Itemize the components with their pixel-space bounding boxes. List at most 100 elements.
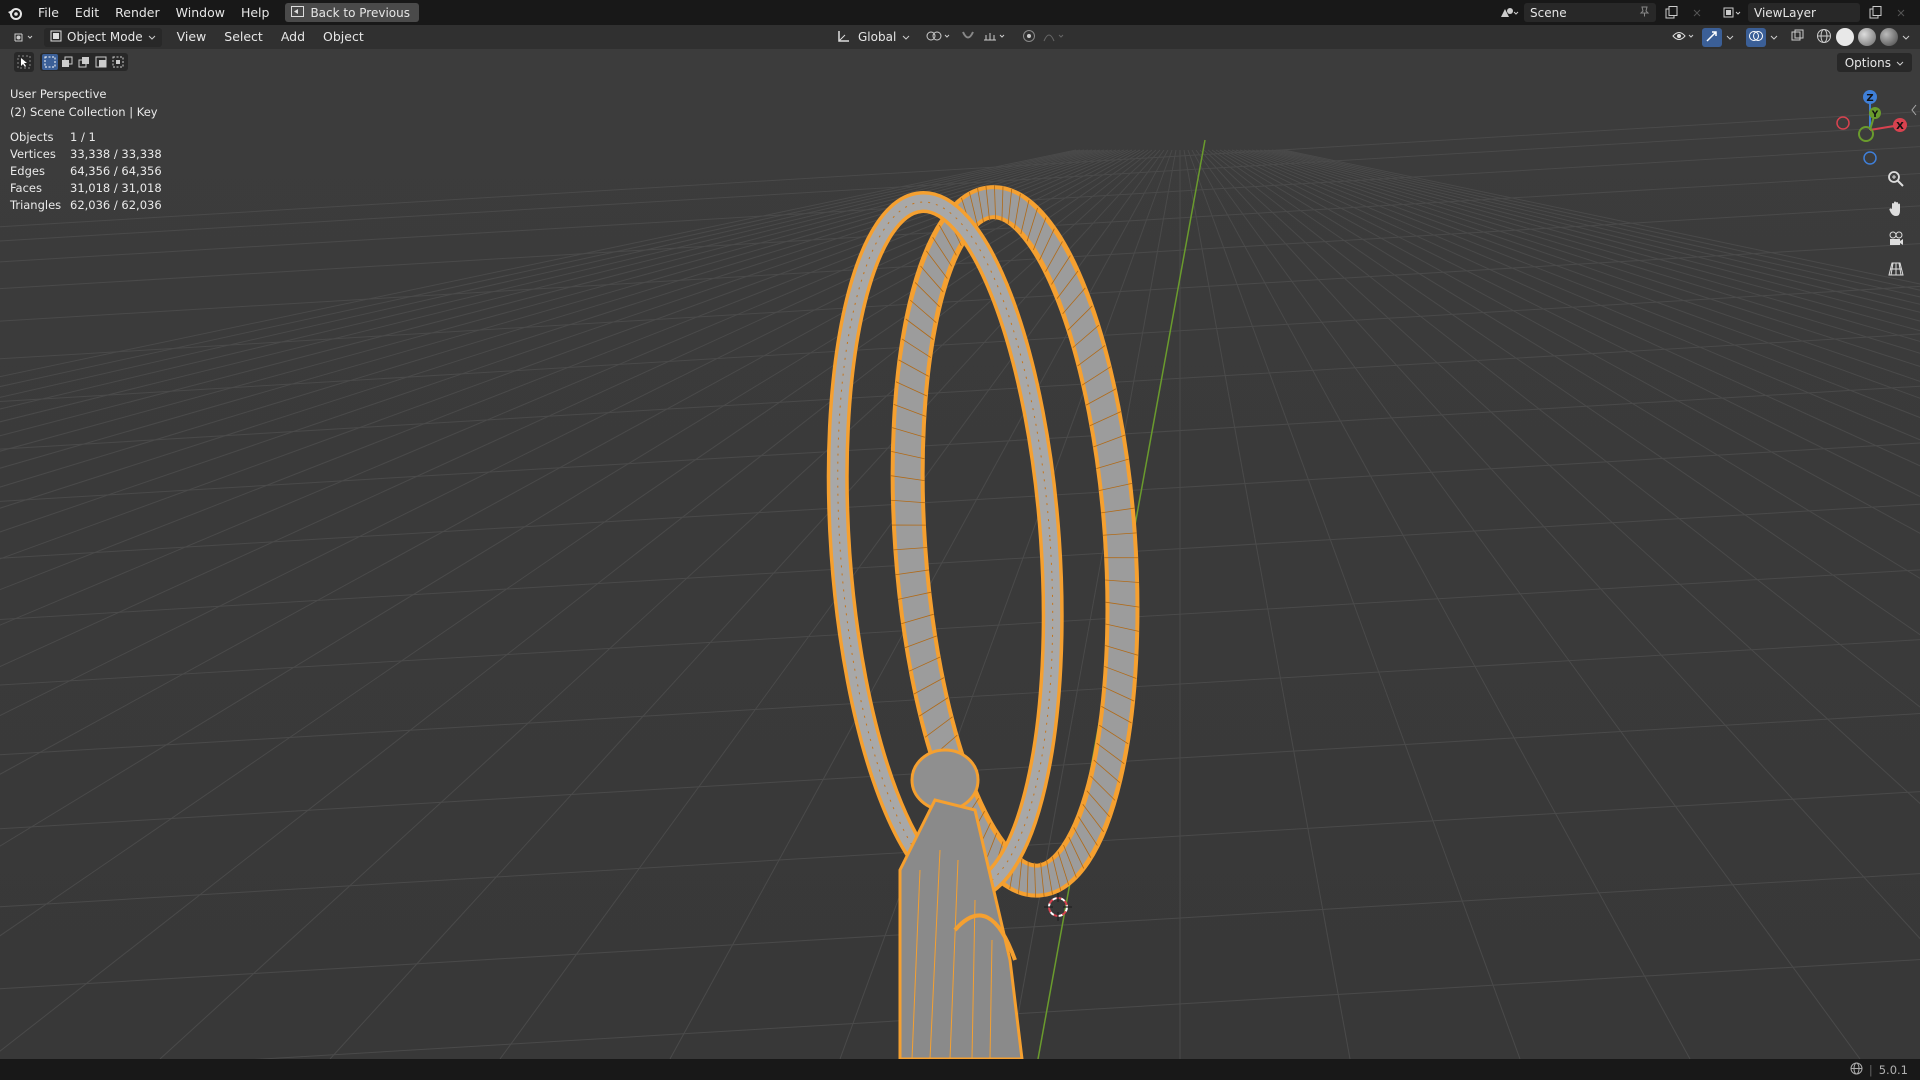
editor-type-icon[interactable]: [10, 28, 40, 47]
options-label: Options: [1844, 55, 1891, 70]
delete-scene-icon[interactable]: [1686, 3, 1708, 22]
collection-label: (2) Scene Collection | Key: [10, 105, 158, 119]
scene-selector-icon[interactable]: [1498, 3, 1520, 22]
stat-value: 31,018 / 31,018: [70, 181, 162, 195]
version-label: 5.0.1: [1878, 1062, 1908, 1077]
perspective-toggle-icon[interactable]: [1884, 257, 1908, 281]
pivot-point-icon[interactable]: [926, 29, 954, 46]
stat-row: Edges 64,356 / 64,356: [10, 163, 162, 180]
screen-back-icon: [291, 5, 305, 20]
chevron-down-icon: [1896, 56, 1904, 70]
stat-label: Faces: [10, 181, 42, 195]
scene-field[interactable]: Scene: [1524, 3, 1656, 22]
view-perspective-label: User Perspective: [10, 87, 107, 101]
selection-mode-group: [40, 53, 128, 71]
menu-add[interactable]: Add: [272, 25, 314, 49]
camera-view-icon[interactable]: [1884, 227, 1908, 251]
stat-row: Vertices 33,338 / 33,338: [10, 146, 162, 163]
stat-value: 33,338 / 33,338: [70, 147, 162, 161]
gizmo-z-label: Z: [1866, 93, 1873, 104]
stat-label: Vertices: [10, 147, 56, 161]
pin-icon[interactable]: [1639, 6, 1650, 20]
object-mode-dropdown[interactable]: Object Mode: [44, 27, 162, 47]
stat-value: 1 / 1: [70, 130, 96, 144]
stat-row: Objects 1 / 1: [10, 129, 162, 146]
gizmo-neg-x: [1836, 116, 1850, 130]
3d-viewport[interactable]: User Perspective (2) Scene Collection | …: [0, 49, 1920, 1059]
chevron-down-icon[interactable]: [1770, 30, 1778, 44]
menu-help[interactable]: Help: [233, 0, 278, 25]
snap-icon[interactable]: [960, 29, 976, 46]
gizmo-toggle-icon[interactable]: [1702, 27, 1722, 47]
scene-name: Scene: [1530, 5, 1567, 20]
stat-label: Edges: [10, 164, 45, 178]
view-layer-name: ViewLayer: [1754, 5, 1816, 20]
chevron-down-icon[interactable]: [1726, 30, 1734, 44]
status-bar: | 5.0.1: [0, 1059, 1920, 1080]
menu-edit[interactable]: Edit: [67, 0, 107, 25]
menu-file[interactable]: File: [30, 0, 67, 25]
stat-label: Objects: [10, 130, 54, 144]
proportional-editing-icon[interactable]: [1022, 29, 1036, 46]
proportional-falloff-icon[interactable]: [1042, 29, 1068, 46]
select-invert-icon[interactable]: [93, 54, 109, 70]
status-divider: |: [1868, 1062, 1873, 1077]
overlays-toggle-icon[interactable]: [1746, 27, 1766, 47]
view-info-overlay: User Perspective (2) Scene Collection | …: [10, 85, 158, 121]
view-layer-selector-icon[interactable]: [1722, 3, 1744, 22]
snap-target-icon[interactable]: [982, 29, 1008, 46]
globe-icon: [1850, 1062, 1863, 1078]
material-preview-icon[interactable]: [1858, 28, 1876, 46]
viewport-canvas: [0, 49, 1920, 1059]
sidebar-toggle-icon[interactable]: [1910, 104, 1918, 119]
new-view-layer-icon[interactable]: [1864, 3, 1886, 22]
menu-render[interactable]: Render: [107, 0, 168, 25]
new-scene-icon[interactable]: [1660, 3, 1682, 22]
menu-select[interactable]: Select: [215, 25, 272, 49]
stat-row: Faces 31,018 / 31,018: [10, 180, 162, 197]
gizmo-y-label: Y: [1871, 110, 1879, 120]
select-new-icon[interactable]: [42, 54, 58, 70]
rendered-shading-icon[interactable]: [1880, 28, 1898, 46]
tool-settings-row: [8, 52, 128, 72]
navigation-gizmo[interactable]: Z Y X: [1830, 85, 1910, 165]
solid-shading-icon[interactable]: [1836, 28, 1854, 46]
chevron-down-icon[interactable]: [1902, 30, 1910, 44]
stat-value: 62,036 / 62,036: [70, 198, 162, 212]
stat-label: Triangles: [10, 198, 62, 212]
viewport-display-tools: [1672, 25, 1910, 49]
object-mode-label: Object Mode: [67, 30, 143, 44]
stat-row: Triangles 62,036 / 62,036: [10, 197, 162, 214]
xray-toggle-icon[interactable]: [1790, 29, 1806, 46]
select-intersect-icon[interactable]: [110, 54, 126, 70]
menu-object[interactable]: Object: [314, 25, 373, 49]
stat-value: 64,356 / 64,356: [70, 164, 162, 178]
select-subtract-icon[interactable]: [76, 54, 92, 70]
gizmo-neg-y: [1858, 126, 1874, 142]
gizmo-neg-z: [1863, 151, 1877, 165]
transform-orientation-icon: [836, 29, 852, 46]
select-extend-icon[interactable]: [59, 54, 75, 70]
wireframe-shading-icon[interactable]: [1816, 28, 1832, 47]
menu-window[interactable]: Window: [168, 0, 233, 25]
view-layer-field[interactable]: ViewLayer: [1748, 3, 1860, 22]
menu-view[interactable]: View: [168, 25, 216, 49]
gizmo-x-label: X: [1896, 121, 1904, 132]
select-tool-icon[interactable]: [14, 52, 34, 72]
back-to-previous-button[interactable]: Back to Previous: [285, 3, 419, 22]
delete-view-layer-icon[interactable]: [1890, 3, 1912, 22]
scene-statistics: Objects 1 / 1 Vertices 33,338 / 33,338 Edg…: [10, 129, 162, 214]
visibility-selectability-icon[interactable]: [1672, 29, 1698, 46]
zoom-icon[interactable]: [1884, 167, 1908, 191]
options-dropdown[interactable]: Options: [1836, 53, 1912, 72]
blender-logo-icon[interactable]: [0, 0, 30, 25]
topbar-right-group: Scene ViewLayer: [1498, 0, 1920, 25]
chevron-down-icon: [148, 30, 156, 44]
top-menu-bar: File Edit Render Window Help Back to Pre…: [0, 0, 1920, 25]
transform-tools: Global: [836, 25, 1068, 49]
transform-orientation-value[interactable]: Global: [858, 30, 896, 44]
object-mode-icon: [50, 30, 62, 45]
back-to-previous-label: Back to Previous: [310, 5, 410, 20]
pan-hand-icon[interactable]: [1884, 197, 1908, 221]
chevron-down-icon[interactable]: [902, 30, 910, 44]
